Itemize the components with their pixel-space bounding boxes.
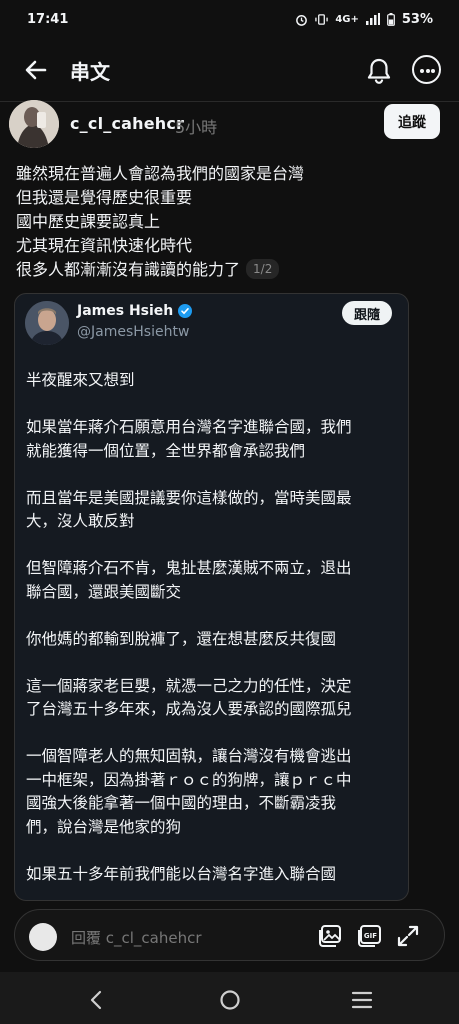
notifications-button[interactable] [366, 57, 392, 85]
quote-line: 這一個蔣家老巨嬰，就憑一己之力的任性，決定 [26, 676, 352, 695]
quote-line: 大，沒人敢反對 [26, 512, 135, 530]
quote-follow-button[interactable]: 跟隨 [342, 301, 392, 325]
quote-avatar-image [25, 301, 69, 345]
menu-lines-icon [351, 991, 373, 1009]
nav-recents-button[interactable] [350, 988, 374, 1012]
page-indicator: 1/2 [246, 259, 280, 279]
arrow-left-icon [25, 60, 47, 80]
quote-line: 了台灣五十多年來，成為沒人要承認的國際孤兒 [26, 700, 352, 718]
quote-avatar[interactable] [25, 301, 69, 345]
status-bar: 17:41 4G+ 53% [0, 0, 459, 38]
chevron-left-icon [90, 990, 102, 1010]
more-options-button[interactable] [412, 55, 441, 84]
quote-line: 如果當年蔣介石願意用台灣名字進聯合國，我們 [26, 418, 352, 436]
gif-icon: GIF [358, 925, 381, 947]
avatar-image [9, 100, 59, 148]
reply-bar[interactable]: 回覆 c_cl_cahehcr GIF [14, 909, 445, 961]
quote-line: 們，說台灣是他家的狗 [26, 817, 182, 836]
quote-line: 半夜醒來又想到 [26, 371, 135, 389]
home-circle-icon [220, 990, 240, 1010]
battery-icon [386, 12, 395, 26]
post-line: 國中歷史課要認真上 [16, 212, 161, 231]
quote-body: 半夜醒來又想到 如果當年蔣介石願意用台灣名字進聯合國，我們 就能獲得一個位置，全… [26, 369, 401, 886]
quote-line: 如果五十多年前我們能以台灣名字進入聯合國 [26, 864, 337, 883]
svg-text:GIF: GIF [364, 932, 377, 940]
post-time: 5小時 [175, 118, 218, 137]
nav-back-button[interactable] [85, 988, 109, 1012]
quote-author-name: James Hsieh [77, 303, 174, 319]
page-title: 串文 [70, 60, 110, 84]
quote-line: 國強大後能拿著一個中國的理由，不斷霸凌我 [26, 794, 337, 812]
post-body: 雖然現在普遍人會認為我們的國家是台灣 但我還是覺得歷史很重要 國中歷史課要認真上… [16, 162, 446, 282]
status-time: 17:41 [27, 11, 69, 27]
nav-home-button[interactable] [218, 988, 242, 1012]
quote-line: 一中框架，因為掛著ｒｏｃ的狗牌，讓ｐｒｃ中 [26, 770, 352, 789]
more-icon-dot [425, 68, 430, 73]
header-divider [0, 101, 459, 102]
follow-button[interactable]: 追蹤 [384, 104, 440, 139]
quoted-post-card[interactable]: James Hsieh @JamesHsiehtw 跟隨 半夜醒來又想到 如果當… [14, 293, 409, 901]
post-line: 很多人都漸漸沒有識讀的能力了 [16, 260, 241, 279]
battery-level: 53% [401, 11, 433, 27]
post-line-last: 很多人都漸漸沒有識讀的能力了 1/2 [16, 258, 446, 282]
header: 串文 [0, 42, 459, 100]
quote-handle: @JamesHsiehtw [77, 324, 190, 340]
post-line: 尤其現在資訊快速化時代 [16, 236, 193, 255]
image-button[interactable] [317, 923, 343, 949]
author-username[interactable]: c_cl_cahehcr [70, 114, 184, 133]
network-type: 4G+ [335, 13, 359, 25]
quote-line: 而且當年是美國提議要你這樣做的，當時美國最 [26, 488, 352, 507]
quote-line: 聯合國，還跟美國斷交 [26, 582, 182, 601]
quote-line: 但智障蔣介石不肯，鬼扯甚麼漢賊不兩立，退出 [26, 559, 352, 577]
post-line: 但我還是覺得歷史很重要 [16, 188, 193, 207]
verified-badge-icon [178, 304, 193, 318]
quote-line: 一個智障老人的無知固執，讓台灣沒有機會逃出 [26, 747, 352, 765]
bell-icon [367, 58, 391, 84]
system-nav-bar [0, 972, 459, 1024]
gif-button[interactable]: GIF [357, 923, 383, 949]
expand-icon [397, 925, 419, 947]
alarm-icon [296, 14, 308, 26]
reply-input[interactable]: 回覆 c_cl_cahehcr [71, 927, 202, 948]
expand-button[interactable] [395, 923, 421, 949]
back-button[interactable] [22, 56, 50, 84]
more-icon-dot [431, 68, 435, 73]
signal-icon [365, 13, 380, 25]
quote-line: 你他媽的都輸到脫褲了，還在想甚麼反共復國 [26, 629, 337, 648]
post-line: 雖然現在普遍人會認為我們的國家是台灣 [16, 164, 305, 183]
quote-line: 就能獲得一個位置，全世界都會承認我們 [26, 441, 306, 460]
more-icon [420, 68, 424, 73]
status-icons: 4G+ 53% [295, 12, 433, 27]
reply-avatar [29, 923, 57, 951]
quote-author[interactable]: James Hsieh [77, 303, 193, 319]
vibrate-icon [315, 13, 329, 25]
image-icon [319, 925, 341, 947]
author-avatar[interactable] [9, 100, 59, 148]
